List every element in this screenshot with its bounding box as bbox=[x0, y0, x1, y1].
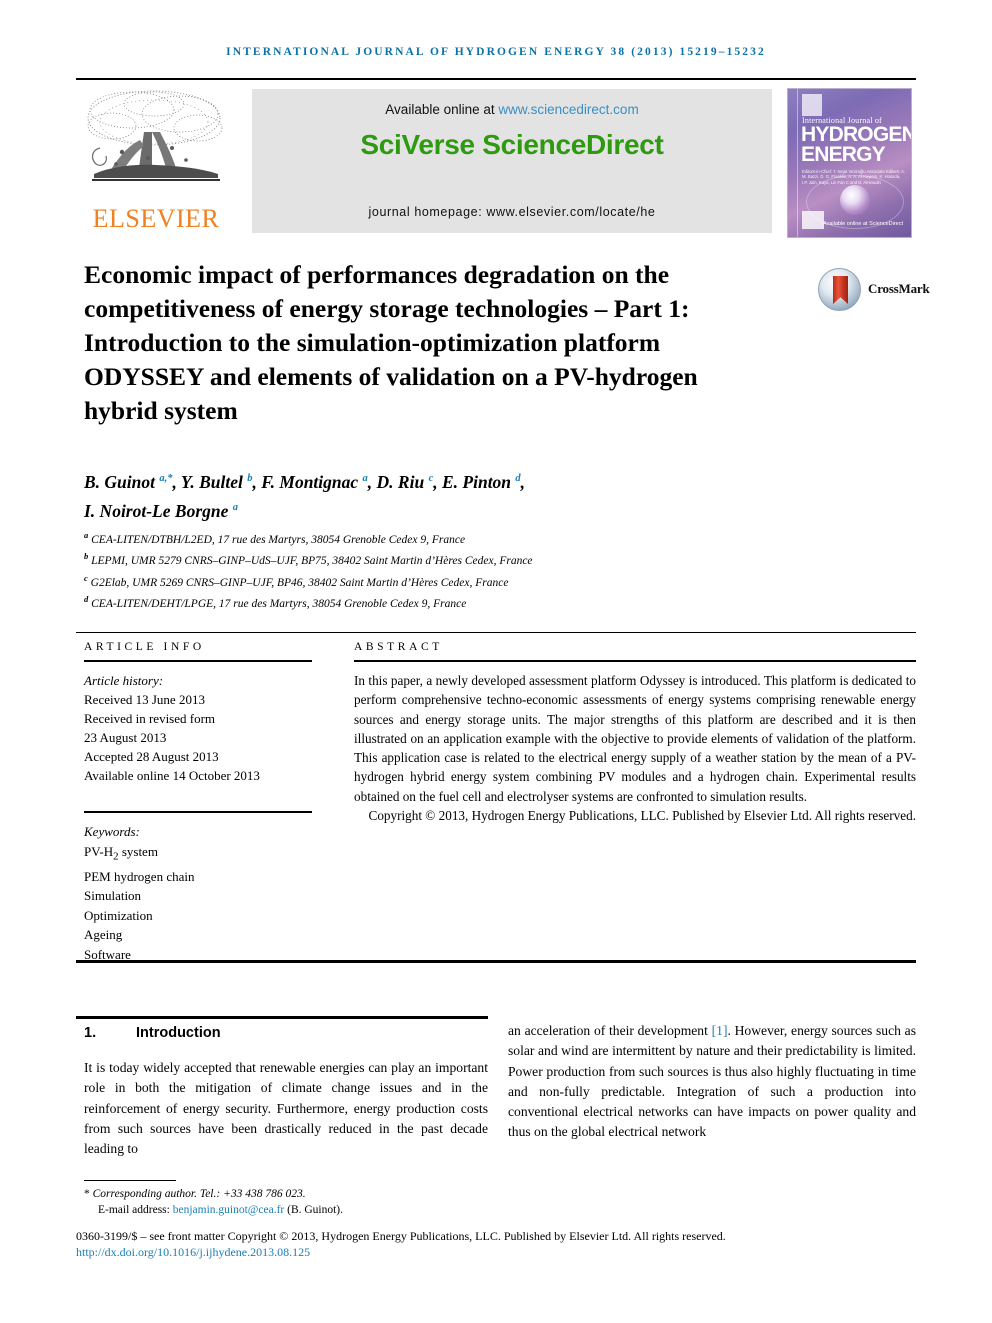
history-accepted: Accepted 28 August 2013 bbox=[84, 749, 219, 764]
body-top-rule bbox=[76, 960, 916, 963]
masthead: ELSEVIER Available online at www.science… bbox=[76, 78, 916, 242]
crossmark-label: CrossMark bbox=[868, 281, 930, 296]
email-label: E-mail address: bbox=[98, 1204, 173, 1216]
article-history-block: Article history: Received 13 June 2013 R… bbox=[84, 671, 312, 785]
author-1-affil-marker: a,* bbox=[159, 473, 173, 484]
section-heading-rule bbox=[76, 1016, 488, 1019]
crossmark-icon bbox=[818, 268, 861, 311]
abstract-copyright: Copyright © 2013, Hydrogen Energy Public… bbox=[368, 808, 916, 824]
affiliation-c-text: G2Elab, UMR 5269 CNRS–GINP–UJF, BP46, 38… bbox=[90, 576, 509, 589]
history-revised-label: Received in revised form bbox=[84, 711, 216, 726]
abstract-heading: Abstract bbox=[354, 641, 443, 653]
affiliation-b-text: LEPMI, UMR 5279 CNRS–GINP–UdS–UJF, BP75,… bbox=[91, 555, 533, 568]
affiliation-a-text: CEA-LITEN/DTBH/L2ED, 17 rue des Martyrs,… bbox=[91, 533, 466, 546]
keyword-simulation: Simulation bbox=[84, 888, 142, 904]
affiliation-a: a CEA-LITEN/DTBH/L2ED, 17 rue des Martyr… bbox=[84, 527, 844, 548]
history-available-online: Available online 14 October 2013 bbox=[84, 768, 260, 783]
elsevier-logo: ELSEVIER bbox=[82, 88, 230, 236]
journal-article-first-page: International Journal of Hydrogen Energy… bbox=[0, 0, 992, 1323]
issn-copyright-line: 0360-3199/$ – see front matter Copyright… bbox=[76, 1229, 726, 1243]
keyword-ageing: Ageing bbox=[84, 927, 123, 943]
cover-ihe-logo bbox=[802, 211, 824, 229]
email-link[interactable]: benjamin.guinot@cea.fr bbox=[173, 1204, 285, 1216]
cover-elsevier-mark bbox=[802, 94, 822, 116]
abstract-body: In this paper, a newly developed assessm… bbox=[354, 673, 916, 804]
citation-link-1[interactable]: [1] bbox=[712, 1023, 728, 1038]
sciverse-sciencedirect-wordmark: SciVerse ScienceDirect bbox=[360, 129, 664, 160]
section-heading-introduction: 1. Introduction bbox=[84, 1025, 496, 1041]
sciencedirect-url-link[interactable]: www.sciencedirect.com bbox=[498, 102, 638, 117]
cover-title-line1: HYDROGEN bbox=[801, 123, 912, 146]
article-history-label: Article history: bbox=[84, 673, 164, 688]
body-right-post: . However, energy sources such as solar … bbox=[508, 1023, 916, 1140]
corresponding-author-note: * Corresponding author. Tel.: +33 438 78… bbox=[84, 1188, 306, 1200]
available-online-text: Available online at bbox=[385, 102, 499, 117]
page-title: Economic impact of performances degradat… bbox=[84, 260, 698, 425]
crossmark-ribbon-icon bbox=[833, 276, 848, 304]
affiliation-d: d CEA-LITEN/DEHT/LPGE, 17 rue des Martyr… bbox=[84, 591, 844, 612]
author-list-comma: , bbox=[520, 471, 526, 492]
journal-cover-image: International Journal of HYDROGEN ENERGY… bbox=[787, 88, 912, 238]
author-6: I. Noirot-Le Borgne a bbox=[84, 500, 238, 521]
available-online-line: Available online at www.sciencedirect.co… bbox=[252, 102, 772, 117]
abstract-section-top-rule bbox=[76, 632, 916, 633]
author-2: , Y. Bultel b bbox=[172, 471, 253, 492]
affiliation-d-marker: d bbox=[84, 593, 89, 604]
section-number: 1. bbox=[84, 1025, 97, 1041]
affiliation-b-marker: b bbox=[84, 551, 89, 562]
affiliation-b: b LEPMI, UMR 5279 CNRS–GINP–UdS–UJF, BP7… bbox=[84, 548, 844, 569]
author-1: B. Guinot a,* bbox=[84, 471, 173, 492]
footnote-block: * Corresponding author. Tel.: +33 438 78… bbox=[84, 1186, 504, 1218]
keywords-block: Keywords: PV-H2 system PEM hydrogen chai… bbox=[84, 811, 312, 964]
body-right-pre: an acceleration of their development bbox=[508, 1023, 712, 1038]
cover-orb-graphic bbox=[840, 185, 870, 215]
cover-editors-text: Editors-in-Chief: T. Nejat Veziroğlu Ass… bbox=[802, 169, 906, 185]
abstract-column: Abstract In this paper, a newly develope… bbox=[354, 641, 916, 825]
doi-link[interactable]: http://dx.doi.org/10.1016/j.ijhydene.201… bbox=[76, 1245, 310, 1260]
keyword-optimization: Optimization bbox=[84, 907, 153, 923]
body-column-right: an acceleration of their development [1]… bbox=[508, 1021, 916, 1143]
article-info-rule bbox=[84, 660, 312, 662]
author-list: B. Guinot a,*, Y. Bultel b, F. Montignac… bbox=[84, 466, 844, 524]
cover-spine-line bbox=[797, 89, 798, 237]
elsevier-wordmark: ELSEVIER bbox=[92, 204, 220, 233]
article-info-column: Article info Article history: Received 1… bbox=[84, 641, 312, 964]
footnote-rule bbox=[84, 1180, 176, 1181]
history-revised-date: 23 August 2013 bbox=[84, 730, 167, 745]
author-3: , F. Montignac a bbox=[252, 471, 368, 492]
history-received: Received 13 June 2013 bbox=[84, 692, 205, 707]
email-line: E-mail address: benjamin.guinot@cea.fr (… bbox=[84, 1202, 504, 1218]
email-suffix: (B. Guinot). bbox=[284, 1204, 344, 1216]
author-5: , E. Pinton d bbox=[433, 471, 521, 492]
elsevier-tree-icon bbox=[87, 90, 223, 181]
keyword-pem: PEM hydrogen chain bbox=[84, 868, 195, 884]
body-column-left: It is today widely accepted that renewab… bbox=[84, 1060, 488, 1157]
sciencedirect-panel: Available online at www.sciencedirect.co… bbox=[252, 89, 772, 233]
keywords-label: Keywords: bbox=[84, 824, 140, 839]
section-title: Introduction bbox=[136, 1025, 221, 1041]
affiliation-list: a CEA-LITEN/DTBH/L2ED, 17 rue des Martyr… bbox=[84, 527, 844, 612]
abstract-rule bbox=[354, 660, 916, 662]
cover-title-line2: ENERGY bbox=[801, 143, 886, 166]
author-6-affil-marker: a bbox=[232, 501, 238, 513]
affiliation-d-text: CEA-LITEN/DEHT/LPGE, 17 rue des Martyrs,… bbox=[91, 597, 467, 610]
cover-sciencedirect-mark: Available online at ScienceDirect bbox=[823, 221, 903, 227]
affiliation-a-marker: a bbox=[84, 530, 89, 540]
running-head: International Journal of Hydrogen Energy… bbox=[226, 46, 766, 58]
keyword-pv-h2: PV-H2 system bbox=[84, 843, 158, 863]
crossmark-badge[interactable]: CrossMark bbox=[818, 268, 930, 312]
article-info-heading: Article info bbox=[84, 641, 205, 653]
journal-homepage-line[interactable]: journal homepage: www.elsevier.com/locat… bbox=[252, 205, 772, 219]
author-4: , D. Riu c bbox=[367, 471, 434, 492]
affiliation-c-marker: c bbox=[84, 572, 88, 583]
affiliation-c: c G2Elab, UMR 5269 CNRS–GINP–UJF, BP46, … bbox=[84, 570, 844, 591]
